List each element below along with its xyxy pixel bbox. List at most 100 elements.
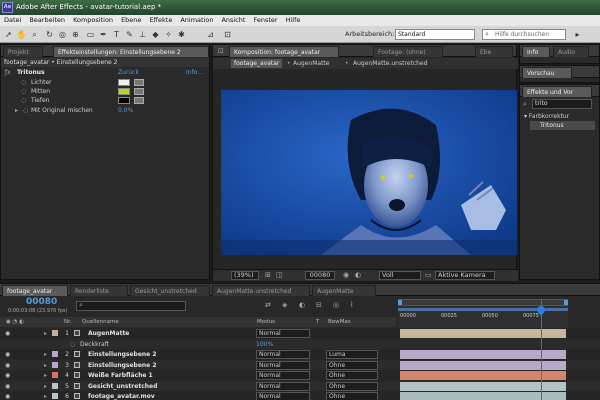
menu-komposition[interactable]: Komposition (69, 15, 117, 26)
eye-visibility-icon[interactable]: ◉ (5, 349, 10, 360)
layer-row[interactable]: ◉ ▸ 2 Einstellungsebene 2 Normal Luma (0, 349, 600, 360)
graph-editor-icon[interactable]: ⌇ (350, 301, 353, 309)
brush-tool-icon[interactable]: ✎ (124, 29, 135, 40)
roto-brush-tool-icon[interactable]: ✧ (163, 29, 174, 40)
tab-augenmatte-unstretched[interactable]: AugenMatte.unstretched (212, 285, 310, 296)
layer-trkmat-select[interactable]: Ohne (326, 381, 378, 391)
text-tool-icon[interactable]: T (111, 29, 122, 40)
layer-mode-select[interactable]: Normal (256, 350, 310, 359)
eye-visibility-icon[interactable]: ◉ (5, 381, 10, 392)
effect-name[interactable]: Tritonus (17, 68, 45, 77)
layer-label-color[interactable] (52, 393, 58, 399)
navigator-end-handle[interactable] (564, 300, 568, 305)
layer-trkmat-select[interactable]: Ohne (326, 392, 378, 400)
eye-visibility-icon[interactable]: ◉ (5, 370, 10, 381)
show-channel-icon[interactable]: ◐ (355, 271, 361, 279)
hide-shy-layers-icon[interactable]: ◐ (299, 301, 305, 309)
zoom-select[interactable]: (39%) (231, 271, 259, 280)
category-row[interactable]: ▾ Farbkorrektur (520, 112, 599, 121)
tab-effekte-vorgaben[interactable]: Effekte und Vor (522, 86, 592, 97)
tab-gesicht-unstretched[interactable]: Gesicht_unstretched (130, 285, 210, 296)
comp-mini-flowchart-icon[interactable]: ⇄ (265, 301, 271, 309)
resolution-select[interactable]: Voll (379, 271, 421, 280)
stopwatch-icon[interactable]: ◌ (23, 106, 28, 115)
eraser-tool-icon[interactable]: ◆ (150, 29, 161, 40)
fx-icon[interactable]: ƒx (5, 68, 11, 77)
pan-behind-tool-icon[interactable]: ⊕ (70, 29, 81, 40)
comp-viewer[interactable] (221, 90, 517, 255)
layer-label-color[interactable] (52, 372, 58, 378)
layer-label-color[interactable] (52, 361, 58, 368)
menu-bearbeiten[interactable]: Bearbeiten (25, 15, 69, 26)
layer-mode-select[interactable]: Normal (256, 371, 310, 380)
stopwatch-icon[interactable]: ◌ (21, 78, 26, 87)
grid-toggle-icon[interactable]: ⊞ (265, 271, 271, 279)
region-of-interest-icon[interactable]: ▭ (425, 271, 432, 279)
timeline-timecode[interactable]: 00080 (26, 297, 57, 307)
camera-select[interactable]: Aktive Kamera (435, 271, 495, 280)
eyedropper-icon[interactable] (134, 97, 144, 104)
menu-effekte[interactable]: Effekte (145, 15, 176, 26)
menu-datei[interactable]: Datei (0, 15, 25, 26)
menu-ebene[interactable]: Ebene (117, 15, 145, 26)
blend-value[interactable]: 0,0% (118, 106, 133, 115)
eye-visibility-icon[interactable]: ◉ (5, 328, 10, 339)
hand-tool-icon[interactable]: ✋ (16, 29, 27, 40)
eyedropper-icon[interactable] (134, 79, 144, 86)
selection-tool-icon[interactable]: ➚ (3, 29, 14, 40)
info-link[interactable]: Info... (186, 68, 203, 77)
expand-triangle-icon[interactable]: ▸ (44, 381, 47, 392)
stopwatch-icon[interactable]: ◌ (21, 87, 26, 96)
layer-label-color[interactable] (52, 330, 58, 336)
layer-row[interactable]: ◉ ▸ 1 AugenMatte Normal (0, 328, 600, 339)
layer-row[interactable]: ◉ ▸ 4 Weiße Farbfläche 1 Normal Ohne (0, 370, 600, 381)
tab-augenmatte[interactable]: AugenMatte (312, 285, 376, 296)
eyedropper-icon[interactable] (134, 88, 144, 95)
layer-label-color[interactable] (52, 351, 58, 357)
navigator-start-handle[interactable] (398, 300, 402, 305)
camera-tool-icon[interactable]: ◎ (57, 29, 68, 40)
effect-result-tritonus[interactable]: Tritonus (530, 121, 595, 130)
tab-timeline-footage-avatar[interactable]: footage_avatar (2, 285, 68, 296)
pen-tool-icon[interactable]: ✒ (98, 29, 109, 40)
expand-triangle-icon[interactable]: ▸ (44, 370, 47, 381)
layer-mode-select[interactable]: Normal (256, 360, 310, 370)
mask-toggle-icon[interactable]: ◫ (276, 271, 283, 279)
motion-blur-icon[interactable]: ◎ (333, 301, 339, 309)
property-value[interactable]: 100% (256, 339, 273, 350)
clone-stamp-tool-icon[interactable]: ⊥ (137, 29, 148, 40)
layer-trkmat-select[interactable]: Ohne (326, 371, 378, 380)
tab-projekt[interactable]: Projekt (3, 46, 43, 57)
expand-triangle-icon[interactable]: ▸ (44, 349, 47, 360)
tab-info[interactable]: Info (522, 46, 550, 57)
layer-name[interactable]: footage_avatar.mov (88, 391, 155, 400)
effects-search-input[interactable]: trito (532, 99, 592, 109)
layer-mode-select[interactable]: Normal (256, 381, 310, 391)
menu-ansicht[interactable]: Ansicht (217, 15, 249, 26)
help-search-input[interactable]: Hilfe durchsuchen (482, 29, 566, 40)
mitten-color-swatch[interactable] (118, 88, 130, 95)
puppet-tool-icon[interactable]: ✱ (176, 29, 187, 40)
stopwatch-icon[interactable]: ◌ (70, 339, 75, 350)
snapping-icon[interactable]: ⊡ (222, 29, 233, 40)
eye-visibility-icon[interactable]: ◉ (5, 360, 10, 371)
menu-animation[interactable]: Animation (176, 15, 217, 26)
menu-hilfe[interactable]: Hilfe (282, 15, 305, 26)
layer-mode-select[interactable]: Normal (256, 392, 310, 400)
rectangle-tool-icon[interactable]: ▭ (85, 29, 96, 40)
frame-blending-icon[interactable]: ⊟ (316, 301, 322, 309)
timeline-search-input[interactable] (76, 301, 186, 311)
axis-mode-icon[interactable]: ⊿ (205, 29, 216, 40)
stopwatch-icon[interactable]: ◌ (21, 96, 26, 105)
layer-trkmat-select[interactable]: Ohne (326, 360, 378, 370)
expand-triangle-icon[interactable]: ▸ (44, 360, 47, 371)
expand-triangle-icon[interactable]: ▸ (44, 391, 47, 400)
tab-effect-controls[interactable]: Effekteinstellungen: Einstellungsebene 2 (53, 46, 209, 57)
help-search-go-icon[interactable]: ▸ (572, 29, 583, 40)
layer-row[interactable]: ◉ ▸ 5 Gesicht_unstretched Normal Ohne (0, 380, 600, 392)
expand-triangle-icon[interactable]: ▸ (15, 106, 18, 115)
layer-row[interactable]: ◉ ▸ 3 Einstellungsebene 2 Normal Ohne (0, 359, 600, 371)
tiefen-color-swatch[interactable] (118, 97, 130, 104)
breadcrumb-footage-avatar[interactable]: footage_avatar (231, 59, 283, 68)
lichter-color-swatch[interactable] (118, 79, 130, 86)
